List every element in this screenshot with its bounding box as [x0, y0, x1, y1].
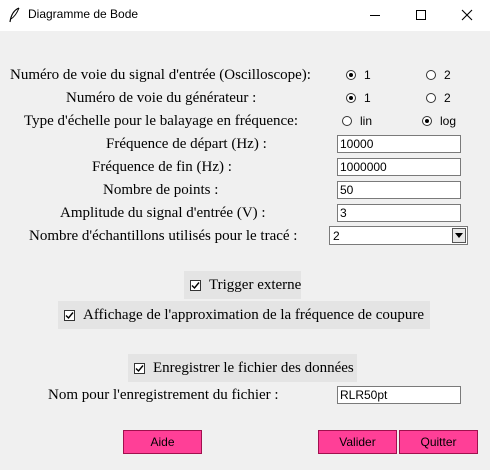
radio-unselected-icon: [426, 93, 436, 103]
start-freq-label: Fréquence de départ (Hz) :: [106, 136, 267, 152]
checkmark-icon: [64, 309, 75, 321]
num-points-label: Nombre de points :: [103, 182, 219, 198]
radio-selected-icon: [346, 93, 356, 103]
radio-channel-generator-2[interactable]: 2: [426, 90, 451, 106]
samples-value: 2: [333, 229, 340, 243]
radio-unselected-icon: [342, 116, 352, 126]
title-bar: Diagramme de Bode: [0, 0, 490, 31]
scale-type-label: Type d'échelle pour le balayage en fréqu…: [24, 113, 299, 129]
trigger-checkbox[interactable]: Trigger externe: [184, 271, 301, 299]
channel-input-label: Numéro de voie du signal d'entrée (Oscil…: [10, 67, 311, 83]
checkmark-icon: [190, 279, 201, 291]
help-button[interactable]: Aide: [123, 430, 202, 454]
filename-label: Nom pour l'enregistrement du fichier :: [48, 387, 279, 403]
window-title: Diagramme de Bode: [28, 7, 139, 21]
radio-channel-input-1[interactable]: 1: [346, 67, 371, 83]
minimize-button[interactable]: [352, 0, 398, 30]
chevron-down-icon[interactable]: [452, 228, 466, 243]
num-points-input[interactable]: 50: [337, 181, 461, 199]
radio-label: log: [440, 114, 457, 128]
radio-label: 1: [364, 91, 371, 105]
start-freq-input[interactable]: 10000: [337, 135, 461, 153]
radio-channel-input-2[interactable]: 2: [426, 67, 451, 83]
checkbox-label: Enregistrer le fichier des données: [153, 359, 354, 376]
validate-button[interactable]: Valider: [318, 430, 397, 454]
radio-unselected-icon: [426, 70, 436, 80]
close-icon: [461, 9, 473, 21]
cutoff-approx-checkbox[interactable]: Affichage de l'approximation de la fréqu…: [58, 301, 430, 329]
radio-label: 2: [444, 91, 451, 105]
amplitude-input[interactable]: 3: [337, 204, 461, 222]
radio-label: lin: [360, 114, 373, 128]
feather-icon: [8, 7, 22, 23]
radio-selected-icon: [422, 116, 432, 126]
maximize-icon: [415, 9, 427, 21]
radio-selected-icon: [346, 70, 356, 80]
end-freq-label: Fréquence de fin (Hz) :: [92, 159, 232, 175]
checkmark-icon: [134, 362, 145, 374]
filename-input[interactable]: RLR50pt: [337, 386, 461, 404]
maximize-button[interactable]: [398, 0, 444, 30]
checkbox-label: Trigger externe: [209, 276, 302, 293]
radio-label: 2: [444, 68, 451, 82]
quit-button[interactable]: Quitter: [399, 430, 478, 454]
end-freq-input[interactable]: 1000000: [337, 158, 461, 176]
channel-generator-label: Numéro de voie du générateur :: [66, 90, 257, 106]
radio-scale-log[interactable]: log: [422, 113, 456, 129]
minimize-icon: [369, 9, 381, 21]
checkbox-label: Affichage de l'approximation de la fréqu…: [83, 306, 425, 323]
radio-label: 1: [364, 68, 371, 82]
radio-channel-generator-1[interactable]: 1: [346, 90, 371, 106]
samples-label: Nombre d'échantillons utilisés pour le t…: [29, 228, 298, 244]
save-file-checkbox[interactable]: Enregistrer le fichier des données: [128, 354, 357, 382]
samples-select[interactable]: 2: [329, 226, 468, 245]
radio-scale-lin[interactable]: lin: [342, 113, 372, 129]
close-button[interactable]: [444, 0, 490, 30]
amplitude-label: Amplitude du signal d'entrée (V) :: [60, 205, 266, 221]
